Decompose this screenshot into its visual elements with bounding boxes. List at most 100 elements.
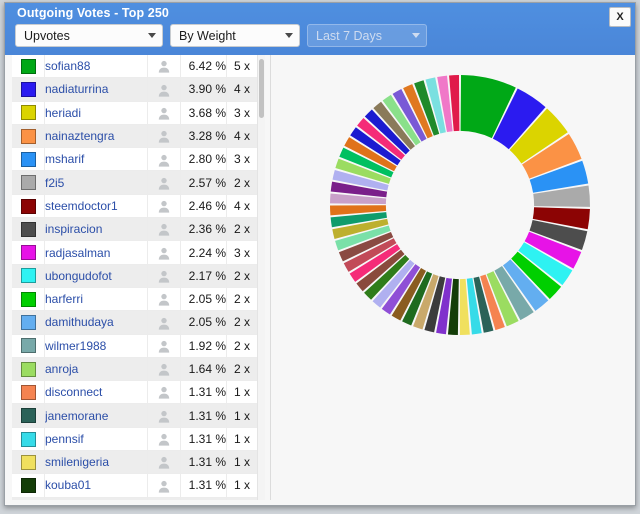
scrollbar-thumb[interactable]: [259, 59, 264, 118]
row-percent: 2.80 %: [180, 147, 227, 172]
row-account-name[interactable]: msharif: [44, 147, 148, 172]
table-row[interactable]: nainaztengra 3.28 % 4 x: [12, 124, 258, 149]
row-color-cell: [12, 55, 45, 79]
chevron-down-icon: [412, 33, 420, 38]
row-person-cell: [147, 77, 181, 102]
row-person-cell: [147, 55, 181, 79]
row-account-name[interactable]: wilmer1988: [44, 334, 148, 358]
row-person-cell: [147, 240, 181, 265]
row-count: 4 x: [226, 124, 258, 149]
table-row[interactable]: damithudaya 2.05 % 2 x: [12, 310, 258, 335]
row-color-cell: [12, 124, 45, 149]
table-row[interactable]: steemdoctor1 2.46 % 4 x: [12, 194, 258, 219]
person-icon: [158, 247, 170, 260]
row-percent: 1.92 %: [180, 334, 227, 358]
table-row[interactable]: msharif 2.80 % 3 x: [12, 147, 258, 172]
row-count: 1 x: [226, 427, 258, 452]
row-person-cell: [147, 497, 181, 500]
table-row[interactable]: heriadi 3.68 % 3 x: [12, 101, 258, 125]
outgoing-votes-window: Outgoing Votes - Top 250 X Upvotes By We…: [4, 2, 636, 506]
row-account-name[interactable]: smilenigeria: [44, 450, 148, 475]
window-titlebar: Outgoing Votes - Top 250 X Upvotes By We…: [5, 3, 635, 56]
row-account-name[interactable]: nainaztengra: [44, 124, 148, 149]
votes-list-scrollbar[interactable]: [257, 55, 265, 500]
row-color-cell: [12, 450, 45, 475]
row-percent: 2.36 %: [180, 217, 227, 242]
row-account-name[interactable]: anroja: [44, 357, 148, 382]
row-color-cell: [12, 240, 45, 265]
row-account-name[interactable]: steemdoctor1: [44, 194, 148, 219]
vote-type-dropdown[interactable]: Upvotes: [15, 24, 163, 47]
row-color-cell: [12, 380, 45, 405]
row-account-name[interactable]: janemorane: [44, 403, 148, 428]
row-account-name[interactable]: ophinebabe: [44, 497, 148, 500]
table-row[interactable]: pennsif 1.31 % 1 x: [12, 427, 258, 452]
row-person-cell: [147, 101, 181, 125]
row-count: 3 x: [226, 101, 258, 125]
table-row[interactable]: inspiracion 2.36 % 2 x: [12, 217, 258, 242]
table-row[interactable]: nadiaturrina 3.90 % 4 x: [12, 77, 258, 102]
row-account-name[interactable]: disconnect: [44, 380, 148, 405]
table-row[interactable]: radjasalman 2.24 % 3 x: [12, 240, 258, 265]
row-account-name[interactable]: kouba01: [44, 473, 148, 498]
row-color-cell: [12, 264, 45, 288]
person-icon: [158, 410, 170, 423]
color-swatch: [20, 128, 36, 144]
row-person-cell: [147, 427, 181, 452]
row-account-name[interactable]: nadiaturrina: [44, 77, 148, 102]
person-icon: [158, 107, 170, 120]
row-percent: 1.64 %: [180, 357, 227, 382]
row-color-cell: [12, 403, 45, 428]
row-account-name[interactable]: sofian88: [44, 55, 148, 79]
table-row[interactable]: wilmer1988 1.92 % 2 x: [12, 334, 258, 358]
sort-by-dropdown[interactable]: By Weight: [170, 24, 300, 47]
table-row[interactable]: harferri 2.05 % 2 x: [12, 287, 258, 312]
table-row[interactable]: disconnect 1.31 % 1 x: [12, 380, 258, 405]
person-icon: [158, 154, 170, 167]
row-account-name[interactable]: damithudaya: [44, 310, 148, 335]
row-color-cell: [12, 287, 45, 312]
row-color-cell: [12, 334, 45, 358]
table-row[interactable]: janemorane 1.31 % 1 x: [12, 403, 258, 428]
person-icon: [158, 270, 170, 283]
row-percent: 2.24 %: [180, 240, 227, 265]
row-person-cell: [147, 450, 181, 475]
color-swatch: [20, 82, 36, 98]
color-swatch: [20, 198, 36, 214]
table-row[interactable]: anroja 1.64 % 2 x: [12, 357, 258, 382]
row-person-cell: [147, 217, 181, 242]
row-account-name[interactable]: f2i5: [44, 170, 148, 195]
row-account-name[interactable]: radjasalman: [44, 240, 148, 265]
row-person-cell: [147, 170, 181, 195]
row-account-name[interactable]: pennsif: [44, 427, 148, 452]
table-row[interactable]: sofian88 6.42 % 5 x: [12, 55, 258, 79]
row-account-name[interactable]: heriadi: [44, 101, 148, 125]
table-row[interactable]: ophinebabe 1.31 %1 x: [12, 497, 258, 500]
color-swatch: [20, 361, 36, 377]
row-percent: 3.90 %: [180, 77, 227, 102]
panel-divider: [270, 55, 271, 500]
time-range-value: Last 7 Days: [316, 28, 383, 43]
row-color-cell: [12, 217, 45, 242]
row-account-name[interactable]: harferri: [44, 287, 148, 312]
table-row[interactable]: f2i5 2.57 % 2 x: [12, 170, 258, 195]
row-color-cell: [12, 497, 45, 500]
row-percent: 1.31 %: [180, 427, 227, 452]
window-title: Outgoing Votes - Top 250: [17, 6, 169, 20]
table-row[interactable]: kouba01 1.31 % 1 x: [12, 473, 258, 498]
row-account-name[interactable]: ubongudofot: [44, 264, 148, 288]
person-icon: [158, 387, 170, 400]
row-person-cell: [147, 380, 181, 405]
color-swatch: [20, 291, 36, 307]
row-color-cell: [12, 427, 45, 452]
color-swatch: [20, 454, 36, 470]
row-percent: 2.57 %: [180, 170, 227, 195]
row-account-name[interactable]: inspiracion: [44, 217, 148, 242]
table-row[interactable]: smilenigeria 1.31 % 1 x: [12, 450, 258, 475]
row-count: 2 x: [226, 217, 258, 242]
table-row[interactable]: ubongudofot 2.17 % 2 x: [12, 264, 258, 288]
chevron-down-icon: [285, 33, 293, 38]
row-percent: 1.31 %: [180, 403, 227, 428]
close-button[interactable]: X: [609, 7, 631, 27]
row-percent: 6.42 %: [180, 55, 227, 79]
